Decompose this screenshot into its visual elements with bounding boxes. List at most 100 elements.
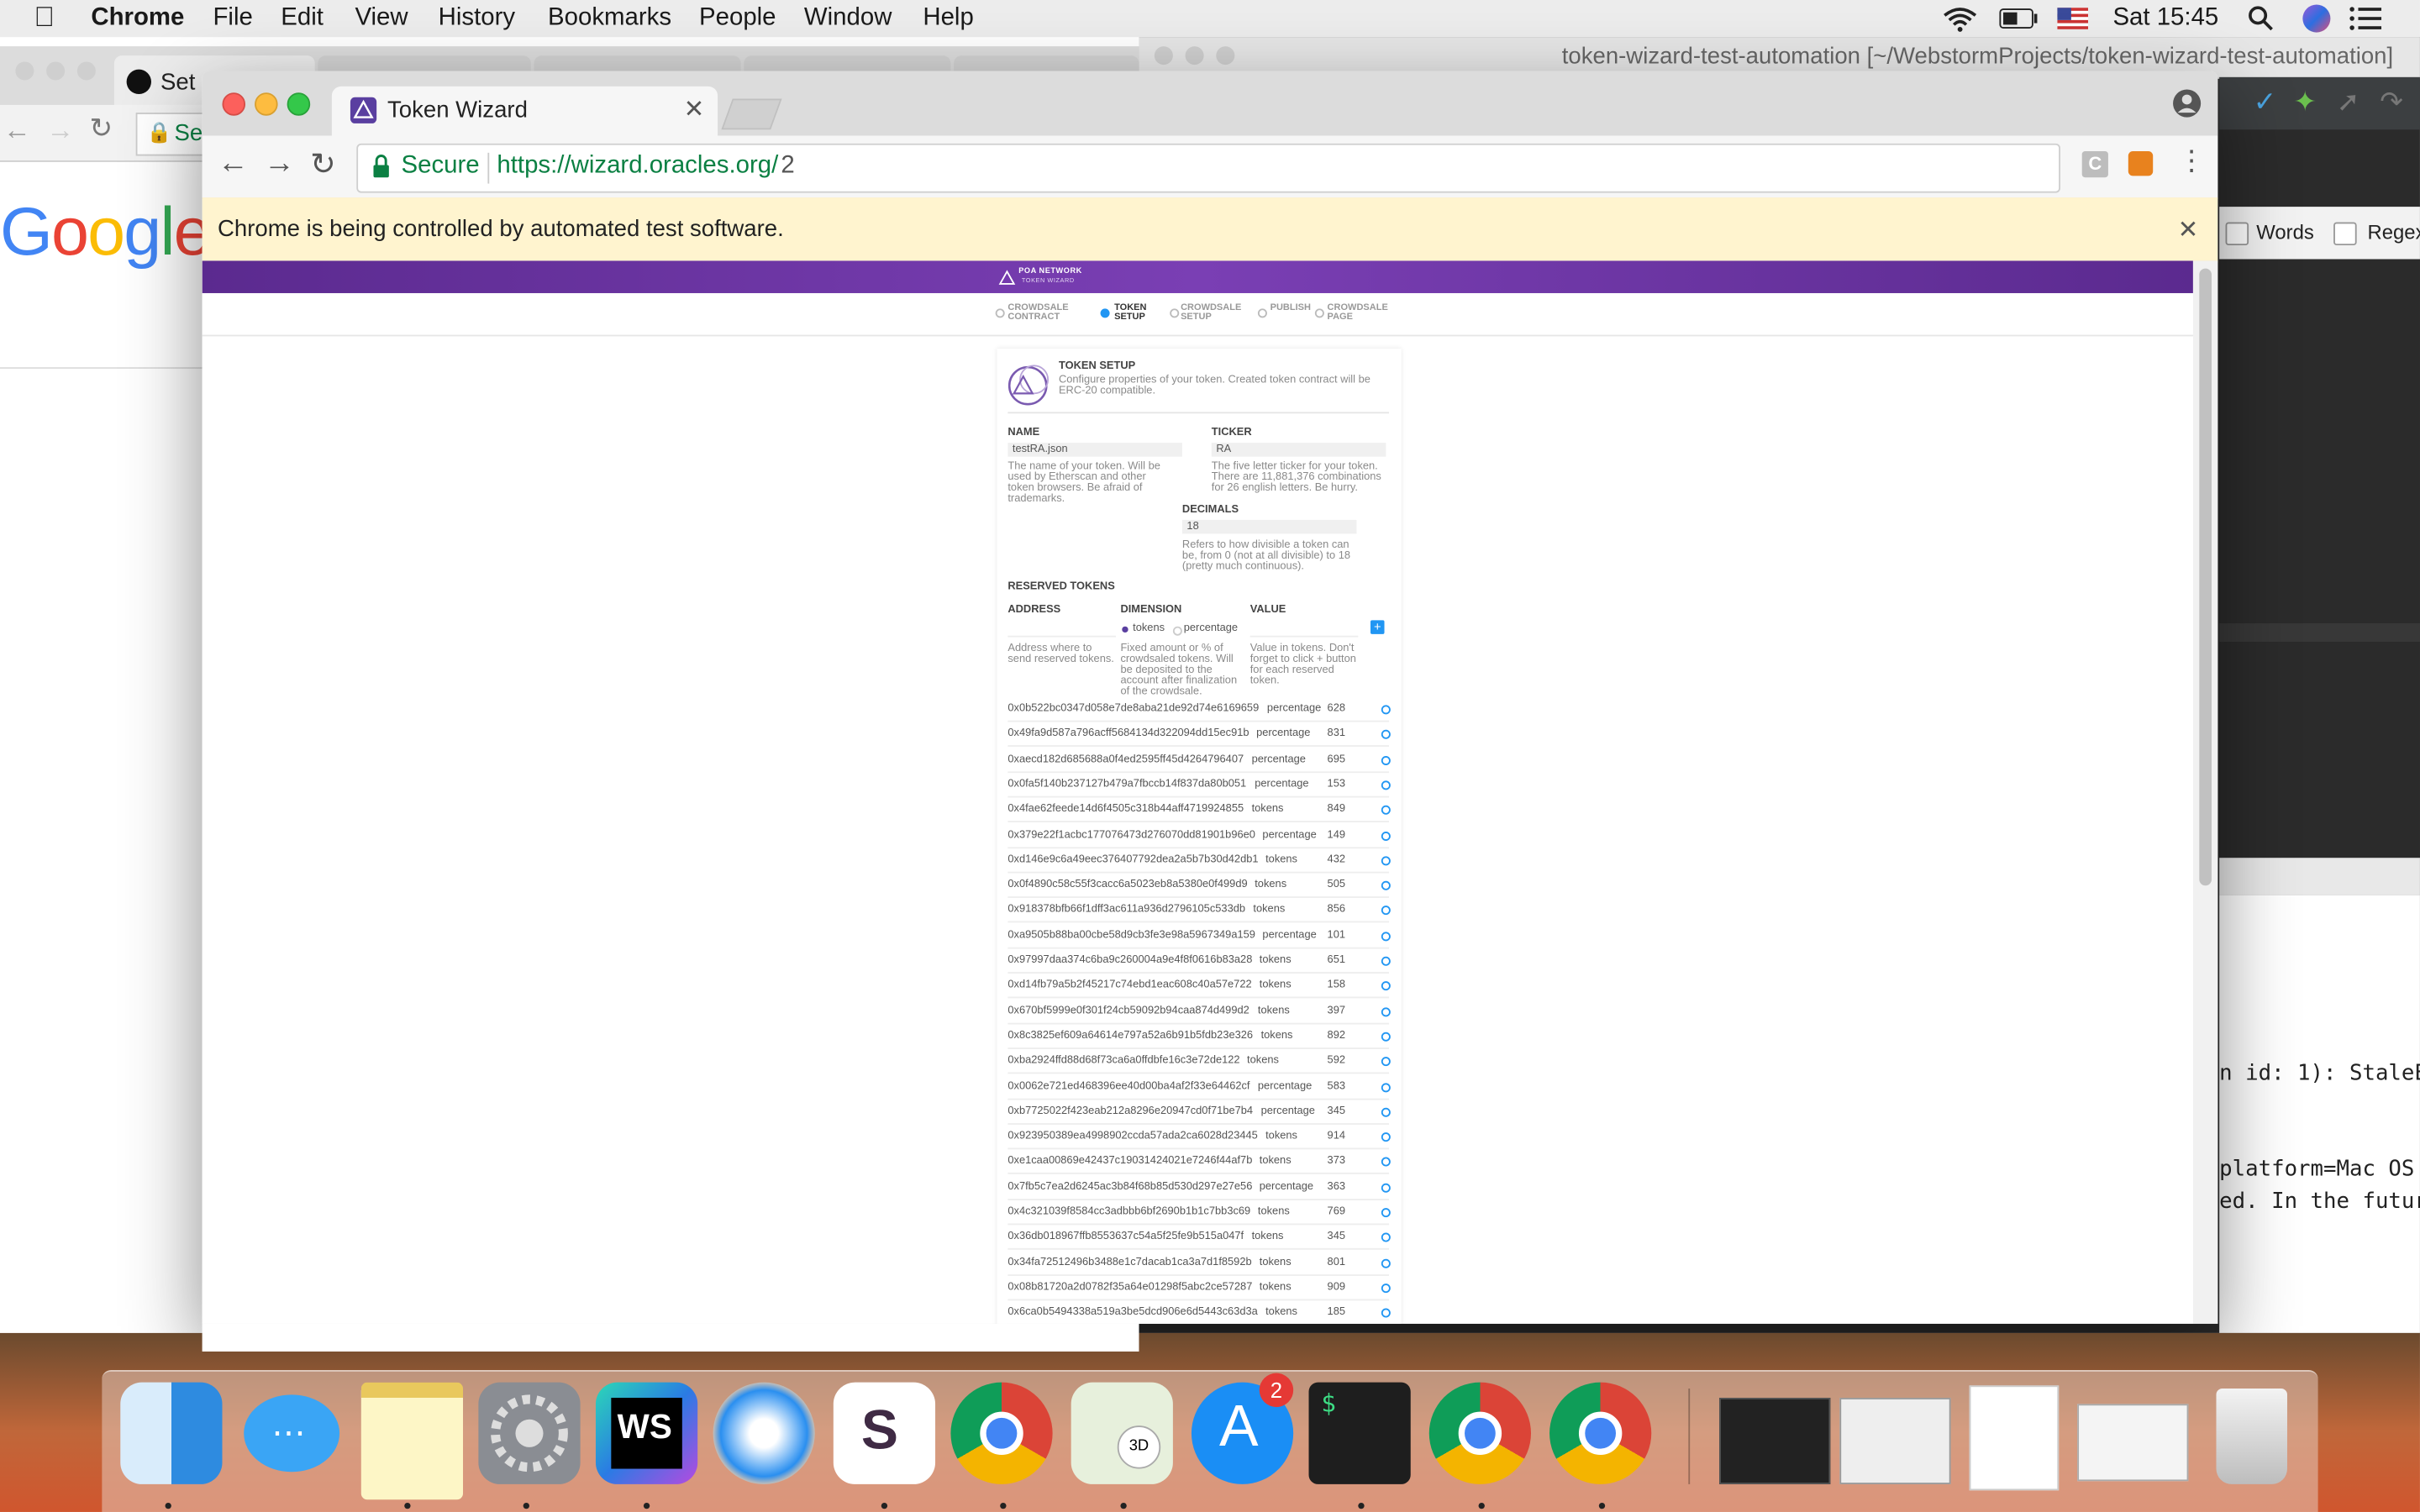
remove-reserved-token-icon[interactable] [1381, 1082, 1391, 1092]
remove-reserved-token-icon[interactable] [1381, 831, 1391, 841]
window-thumb[interactable] [1969, 1385, 2060, 1491]
slack-icon[interactable]: S [833, 1382, 936, 1484]
menu-history[interactable]: History [439, 5, 515, 33]
tab-close-icon[interactable]: ✕ [684, 94, 705, 125]
step-crowdsale-contract[interactable]: CROWDSALE CONTRACT [1007, 304, 1068, 323]
wifi-icon[interactable] [1942, 6, 1979, 32]
reserved-token-row: 0x7fb5c7ea2d6245ac3b84f68b85d530d297e27e… [1007, 1173, 1391, 1200]
chrome-menu-icon[interactable]: ⋮ [2178, 145, 2206, 178]
apple-icon[interactable]:  [34, 2, 55, 34]
terminal-icon[interactable]: $ [1308, 1382, 1411, 1484]
remove-reserved-token-icon[interactable] [1381, 855, 1391, 866]
tab-token-wizard[interactable]: Token Wizard ✕ [331, 86, 718, 136]
page-scrollbar-thumb[interactable] [2199, 268, 2212, 886]
flag-icon[interactable] [2057, 8, 2089, 29]
bg-forward-icon[interactable]: → [46, 114, 74, 147]
new-tab-button[interactable] [721, 98, 782, 130]
ide-editor[interactable] [2219, 259, 2420, 624]
app-store-icon[interactable]: A2 [1191, 1373, 1294, 1484]
menu-edit[interactable]: Edit [281, 5, 324, 33]
notes-icon[interactable] [360, 1382, 464, 1500]
remove-reserved-token-icon[interactable] [1381, 956, 1391, 966]
reserved-address-input[interactable] [1007, 622, 1116, 638]
profile-icon[interactable] [2171, 88, 2202, 119]
window-thumb[interactable] [1719, 1398, 1831, 1484]
forward-icon[interactable]: → [264, 146, 295, 181]
chrome-icon[interactable] [1549, 1382, 1652, 1484]
chrome-icon[interactable] [950, 1382, 1053, 1484]
bg-zoom-button[interactable] [76, 61, 96, 81]
menu-help[interactable]: Help [923, 5, 973, 33]
finder-icon[interactable] [120, 1382, 223, 1484]
remove-reserved-token-icon[interactable] [1381, 1006, 1391, 1016]
vcs-update-icon[interactable]: ✓ [2254, 87, 2277, 119]
window-thumb[interactable] [1839, 1398, 1951, 1484]
remove-reserved-token-icon[interactable] [1381, 1032, 1391, 1042]
menu-view[interactable]: View [355, 5, 408, 33]
bg-close-button[interactable] [15, 61, 34, 81]
ticker-input[interactable]: RA [1211, 443, 1386, 457]
google-logo[interactable]: Google [0, 194, 212, 271]
remove-reserved-token-icon[interactable] [1381, 1283, 1391, 1293]
remove-reserved-token-icon[interactable] [1381, 780, 1391, 790]
menu-app-name[interactable]: Chrome [91, 5, 184, 33]
step-token-setup[interactable]: TOKEN SETUP [1114, 304, 1146, 323]
remove-reserved-token-icon[interactable] [1381, 1183, 1391, 1193]
messages-icon[interactable]: ⋯ [241, 1383, 343, 1484]
menu-people[interactable]: People [699, 5, 776, 33]
vcs-revert-icon[interactable]: ↷ [2380, 87, 2403, 119]
clock[interactable]: Sat 15:45 [2112, 5, 2218, 33]
add-reserved-token-button[interactable]: + [1370, 620, 1385, 634]
ide-console[interactable]: n id: 1): StaleEl platform=Mac OS X ed. … [2219, 895, 2420, 1333]
address-bar[interactable]: Secure https://wizard.oracles.org/ 2 [356, 143, 2060, 193]
minimize-window-button[interactable] [255, 92, 278, 116]
vcs-branch-icon[interactable]: ✦ [2293, 87, 2317, 119]
window-thumb[interactable] [2077, 1404, 2189, 1482]
bg-reload-icon[interactable]: ↻ [90, 113, 113, 145]
safari-icon[interactable] [713, 1382, 815, 1484]
remove-reserved-token-icon[interactable] [1381, 755, 1391, 765]
remove-reserved-token-icon[interactable] [1381, 1258, 1391, 1268]
radio-tokens[interactable] [1122, 626, 1128, 633]
remove-reserved-token-icon[interactable] [1381, 705, 1391, 715]
radio-percentage[interactable] [1172, 626, 1182, 636]
name-input[interactable]: testRA.json [1007, 443, 1182, 457]
menu-window[interactable]: Window [804, 5, 892, 33]
words-checkbox[interactable] [2225, 222, 2249, 246]
trash-icon[interactable] [2216, 1389, 2287, 1484]
vcs-push-icon[interactable]: ➚ [2337, 87, 2360, 119]
url-path: 2 [781, 152, 795, 180]
chrome-icon[interactable] [1428, 1382, 1532, 1484]
bg-minimize-button[interactable] [46, 61, 66, 81]
infobar-close-icon[interactable]: ✕ [2178, 214, 2199, 245]
ide-zoom-button[interactable] [1216, 46, 1235, 66]
close-window-button[interactable] [222, 92, 246, 116]
step-publish[interactable]: PUBLISH [1270, 304, 1311, 313]
remove-reserved-token-icon[interactable] [1381, 1107, 1391, 1117]
battery-icon[interactable] [1999, 8, 2039, 29]
maps-icon[interactable]: 3D [1071, 1382, 1173, 1484]
reload-icon[interactable]: ↻ [310, 145, 336, 184]
reserved-value-input[interactable] [1249, 622, 1359, 638]
regex-checkbox[interactable] [2333, 222, 2357, 246]
menu-file[interactable]: File [213, 5, 252, 33]
siri-icon[interactable] [2302, 4, 2331, 33]
webstorm-icon[interactable]: WS [595, 1382, 698, 1484]
ide-close-button[interactable] [1154, 46, 1173, 66]
step-crowdsale-page[interactable]: CROWDSALE PAGE [1328, 304, 1388, 323]
spotlight-icon[interactable] [2247, 5, 2275, 33]
step-crowdsale-setup[interactable]: CROWDSALE SETUP [1181, 304, 1241, 323]
bg-back-icon[interactable]: ← [3, 114, 31, 147]
system-preferences-icon[interactable] [478, 1382, 581, 1484]
extension-c-icon[interactable]: C [2081, 150, 2108, 178]
menu-bookmarks[interactable]: Bookmarks [548, 5, 671, 33]
back-icon[interactable]: ← [218, 146, 249, 181]
remove-reserved-token-icon[interactable] [1381, 1208, 1391, 1218]
decimals-input[interactable]: 18 [1181, 519, 1357, 534]
notification-center-icon[interactable] [2349, 6, 2382, 30]
metamask-icon[interactable] [2128, 150, 2154, 176]
ide-minimize-button[interactable] [1185, 46, 1204, 66]
zoom-window-button[interactable] [287, 92, 311, 116]
remove-reserved-token-icon[interactable] [1381, 931, 1391, 941]
poa-logo-icon[interactable] [998, 270, 1016, 285]
